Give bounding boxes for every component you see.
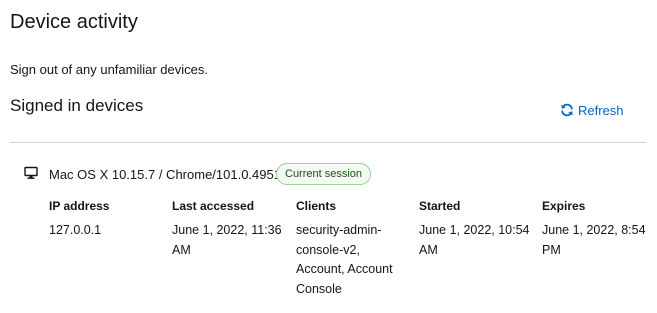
expires-column: Expires June 1, 2022, 8:54 PM <box>542 198 652 260</box>
started-column: Started June 1, 2022, 10:54 AM <box>419 198 531 260</box>
started-header: Started <box>419 199 461 213</box>
started-value: June 1, 2022, 10:54 AM <box>419 223 530 257</box>
section-divider <box>10 142 646 143</box>
ip-address-column: IP address 127.0.0.1 <box>49 198 159 241</box>
clients-value: security-admin-console-v2, Account, Acco… <box>296 223 393 296</box>
clients-column: Clients security-admin-console-v2, Accou… <box>296 198 408 299</box>
ip-address-value: 127.0.0.1 <box>49 223 102 237</box>
expires-header: Expires <box>542 199 586 213</box>
page-title: Device activity <box>10 11 138 33</box>
desktop-icon <box>24 166 38 179</box>
device-name: Mac OS X 10.15.7 / Chrome/101.0.4951 <box>49 167 281 182</box>
last-accessed-value: June 1, 2022, 11:36 AM <box>172 223 282 257</box>
refresh-button[interactable]: Refresh <box>560 100 624 120</box>
current-session-badge: Current session <box>276 163 372 185</box>
refresh-label: Refresh <box>578 102 624 118</box>
last-accessed-header: Last accessed <box>172 199 255 213</box>
section-title-signed-in-devices: Signed in devices <box>10 96 144 115</box>
refresh-icon <box>561 103 573 117</box>
ip-address-header: IP address <box>49 199 110 213</box>
page-description: Sign out of any unfamiliar devices. <box>10 62 208 77</box>
last-accessed-column: Last accessed June 1, 2022, 11:36 AM <box>172 198 284 260</box>
expires-value: June 1, 2022, 8:54 PM <box>542 223 646 257</box>
clients-header: Clients <box>296 199 337 213</box>
